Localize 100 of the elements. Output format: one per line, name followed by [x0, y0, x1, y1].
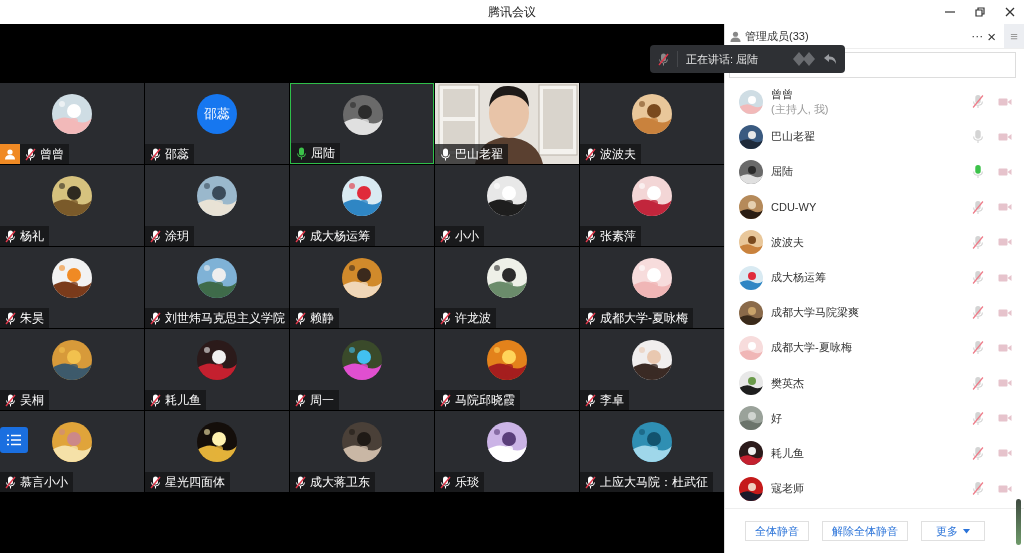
participant-name: 许龙波 — [455, 309, 491, 327]
video-tile[interactable]: 小小 — [435, 165, 579, 246]
member-role: (主持人, 我) — [771, 101, 830, 117]
video-tile[interactable]: 朱昊 — [0, 247, 144, 328]
participant-name: 周一 — [310, 391, 334, 409]
video-tile[interactable]: 杨礼 — [0, 165, 144, 246]
camera-icon[interactable] — [998, 448, 1012, 459]
video-tile[interactable]: 慕言小小 — [0, 411, 144, 492]
video-tile[interactable]: 成都大学-夏咏梅 — [580, 247, 724, 328]
person-icon — [730, 30, 741, 42]
microphone-icon[interactable] — [972, 481, 984, 497]
microphone-icon[interactable] — [972, 94, 984, 110]
video-tile[interactable]: 上应大马院：杜武征 — [580, 411, 724, 492]
microphone-icon[interactable] — [972, 305, 984, 321]
camera-icon[interactable] — [998, 237, 1012, 248]
participant-name: 曾曾 — [40, 145, 64, 163]
video-tile[interactable]: 星光四面体 — [145, 411, 289, 492]
video-tile[interactable]: 吴桐 — [0, 329, 144, 410]
participant-name: 波波夫 — [600, 145, 636, 163]
camera-icon[interactable] — [998, 131, 1012, 142]
camera-icon[interactable] — [998, 342, 1012, 353]
microphone-icon[interactable] — [972, 410, 984, 426]
video-tile[interactable]: 乐琰 — [435, 411, 579, 492]
participant-name: 巴山老翟 — [455, 145, 503, 163]
more-options-button[interactable]: ··· — [971, 29, 984, 43]
restore-icon[interactable] — [974, 6, 986, 18]
participant-name: 上应大马院：杜武征 — [600, 473, 708, 491]
member-name: 成都大学-夏咏梅 — [771, 340, 853, 356]
participant-name: 邵蕊 — [165, 145, 189, 163]
camera-icon[interactable] — [998, 96, 1012, 107]
participant-name: 小小 — [455, 227, 479, 245]
participant-name: 杨礼 — [20, 227, 44, 245]
list-button[interactable] — [0, 427, 28, 453]
video-tile[interactable]: 巴山老翟 — [435, 83, 579, 164]
panel-title: 管理成员(33) — [745, 28, 810, 44]
video-tile[interactable]: 马院邱晓霞 — [435, 329, 579, 410]
participant-name: 涂玥 — [165, 227, 189, 245]
video-tile[interactable]: 波波夫 — [580, 83, 724, 164]
member-name: 巴山老翟 — [771, 129, 816, 145]
microphone-icon[interactable] — [972, 199, 984, 215]
scrollbar[interactable] — [1016, 499, 1021, 545]
panel-button[interactable]: 全体静音 — [744, 521, 809, 541]
video-tile[interactable]: 成大杨运筹 — [290, 165, 434, 246]
participant-name: 耗儿鱼 — [165, 391, 201, 409]
microphone-icon[interactable] — [972, 270, 984, 286]
window-title: 腾讯会议 — [488, 3, 536, 21]
participant-name: 张素萍 — [600, 227, 636, 245]
camera-icon[interactable] — [998, 307, 1012, 318]
drag-handle-icon[interactable] — [793, 51, 817, 67]
participant-name: 乐琰 — [455, 473, 479, 491]
video-tile[interactable]: 张素萍 — [580, 165, 724, 246]
return-arrow-icon[interactable] — [823, 53, 837, 65]
close-icon[interactable] — [1004, 6, 1016, 18]
microphone-icon[interactable] — [972, 375, 984, 391]
video-tile[interactable]: 曾曾 — [0, 83, 144, 164]
camera-icon[interactable] — [998, 272, 1012, 283]
member-name: 屈陆 — [771, 164, 794, 180]
video-tile[interactable]: 许龙波 — [435, 247, 579, 328]
participant-name: 赖静 — [310, 309, 334, 327]
video-tile[interactable]: 周一 — [290, 329, 434, 410]
panel-button[interactable]: 更多 — [920, 521, 985, 541]
member-name: 樊英杰 — [771, 375, 805, 391]
video-tile[interactable]: 耗儿鱼 — [145, 329, 289, 410]
microphone-icon[interactable] — [972, 340, 984, 356]
microphone-icon[interactable] — [972, 129, 984, 145]
camera-icon[interactable] — [998, 413, 1012, 424]
participant-name: 屈陆 — [311, 144, 335, 162]
camera-icon[interactable] — [998, 483, 1012, 494]
microphone-icon[interactable] — [972, 164, 984, 180]
video-tile[interactable]: 邵蕊 邵蕊 — [145, 83, 289, 164]
member-name: 寇老师 — [771, 481, 805, 497]
member-name: 成都大学马院梁爽 — [771, 305, 860, 321]
video-tile[interactable]: 涂玥 — [145, 165, 289, 246]
video-tile[interactable]: 成大蒋卫东 — [290, 411, 434, 492]
video-tile[interactable]: 屈陆 — [290, 83, 434, 164]
speaking-indicator: 正在讲话: 屈陆 — [686, 51, 760, 67]
video-tile[interactable]: 刘世炜马克思主义学院 — [145, 247, 289, 328]
member-name: 成大杨运筹 — [771, 270, 827, 286]
participant-name: 成都大学-夏咏梅 — [600, 309, 688, 327]
camera-icon[interactable] — [998, 202, 1012, 213]
camera-icon[interactable] — [998, 378, 1012, 389]
microphone-icon[interactable] — [972, 445, 984, 461]
participant-name: 成大蒋卫东 — [310, 473, 370, 491]
participant-name: 星光四面体 — [165, 473, 225, 491]
member-name: 耗儿鱼 — [771, 445, 805, 461]
close-button[interactable]: × — [987, 27, 996, 45]
video-tile[interactable]: 李卓 — [580, 329, 724, 410]
muted-microphone-icon — [658, 52, 669, 66]
member-name: 曾曾 — [771, 86, 794, 102]
member-name: 好 — [771, 410, 783, 426]
participant-name: 李卓 — [600, 391, 624, 409]
participant-name: 慕言小小 — [20, 473, 68, 491]
participant-name: 吴桐 — [20, 391, 44, 409]
microphone-icon[interactable] — [972, 234, 984, 250]
participant-name: 成大杨运筹 — [310, 227, 370, 245]
panel-button[interactable]: 解除全体静音 — [821, 521, 908, 541]
video-tile[interactable]: 赖静 — [290, 247, 434, 328]
participant-name: 朱昊 — [20, 309, 44, 327]
camera-icon[interactable] — [998, 166, 1012, 177]
member-name: CDU-WY — [771, 201, 818, 214]
